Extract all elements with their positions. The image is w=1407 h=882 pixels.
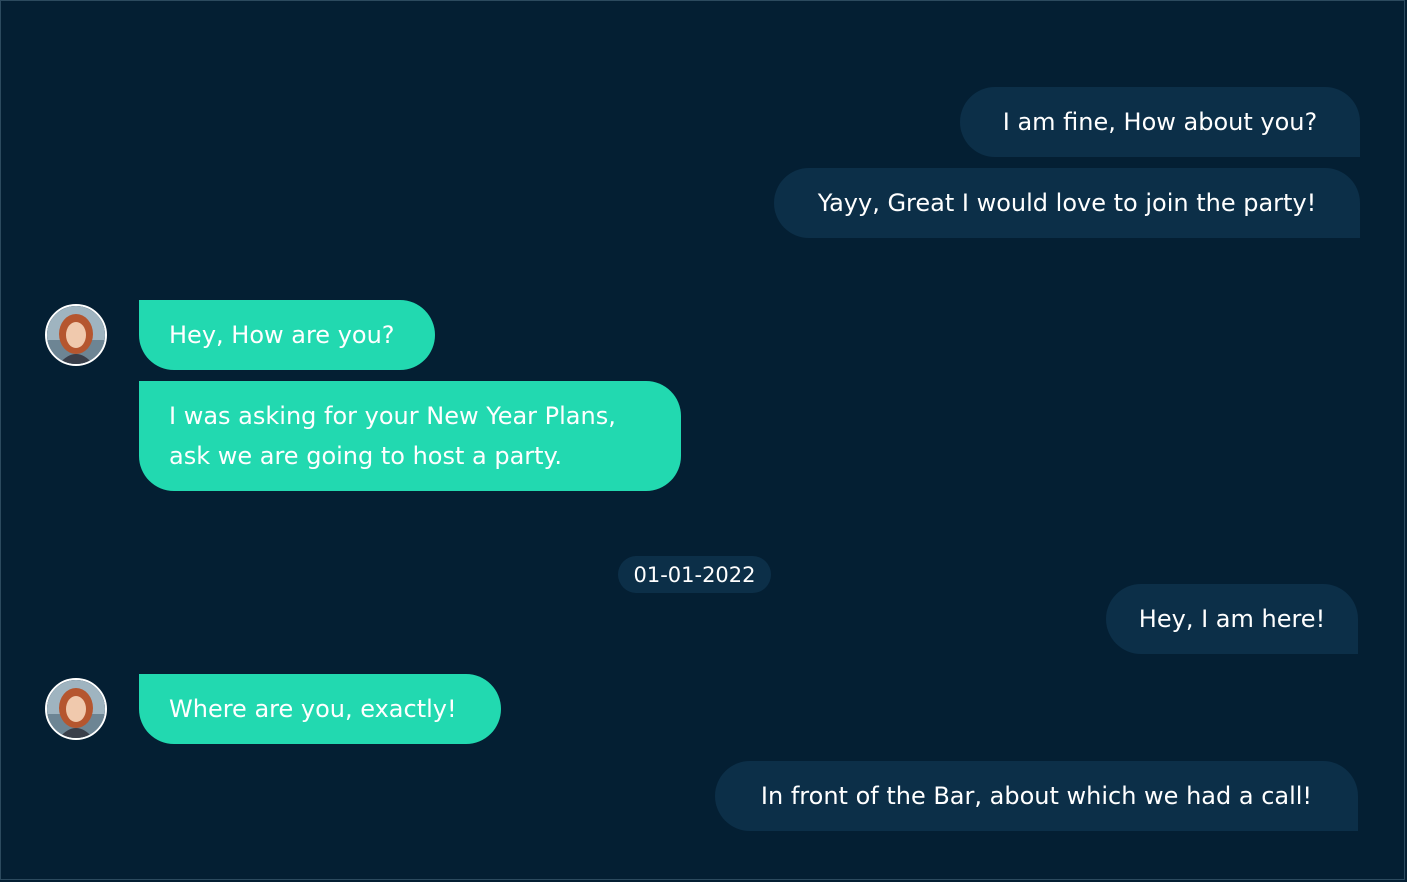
message-text: Yayy, Great I would love to join the par… bbox=[817, 189, 1317, 217]
outgoing-message-bubble[interactable]: Hey, I am here! bbox=[1106, 584, 1358, 654]
message-text: In front of the Bar, about which we had … bbox=[760, 782, 1313, 810]
message-text: Hey, I am here! bbox=[1138, 605, 1326, 633]
outgoing-message-bubble[interactable]: I am fine, How about you? bbox=[960, 87, 1360, 157]
contact-avatar-icon[interactable] bbox=[45, 304, 107, 366]
outgoing-message-bubble[interactable]: Yayy, Great I would love to join the par… bbox=[774, 168, 1360, 238]
date-separator-badge: 01-01-2022 bbox=[618, 556, 771, 593]
incoming-message-bubble[interactable]: I was asking for your New Year Plans, as… bbox=[139, 381, 681, 491]
message-text: Hey, How are you? bbox=[169, 321, 395, 349]
date-separator-text: 01-01-2022 bbox=[633, 562, 756, 587]
incoming-message-bubble[interactable]: Hey, How are you? bbox=[139, 300, 435, 370]
message-text: I was asking for your New Year Plans, as… bbox=[169, 402, 616, 470]
outgoing-message-bubble[interactable]: In front of the Bar, about which we had … bbox=[715, 761, 1358, 831]
contact-avatar-icon[interactable] bbox=[45, 678, 107, 740]
message-text: Where are you, exactly! bbox=[169, 695, 457, 723]
incoming-message-bubble[interactable]: Where are you, exactly! bbox=[139, 674, 501, 744]
message-text: I am fine, How about you? bbox=[1002, 108, 1318, 136]
